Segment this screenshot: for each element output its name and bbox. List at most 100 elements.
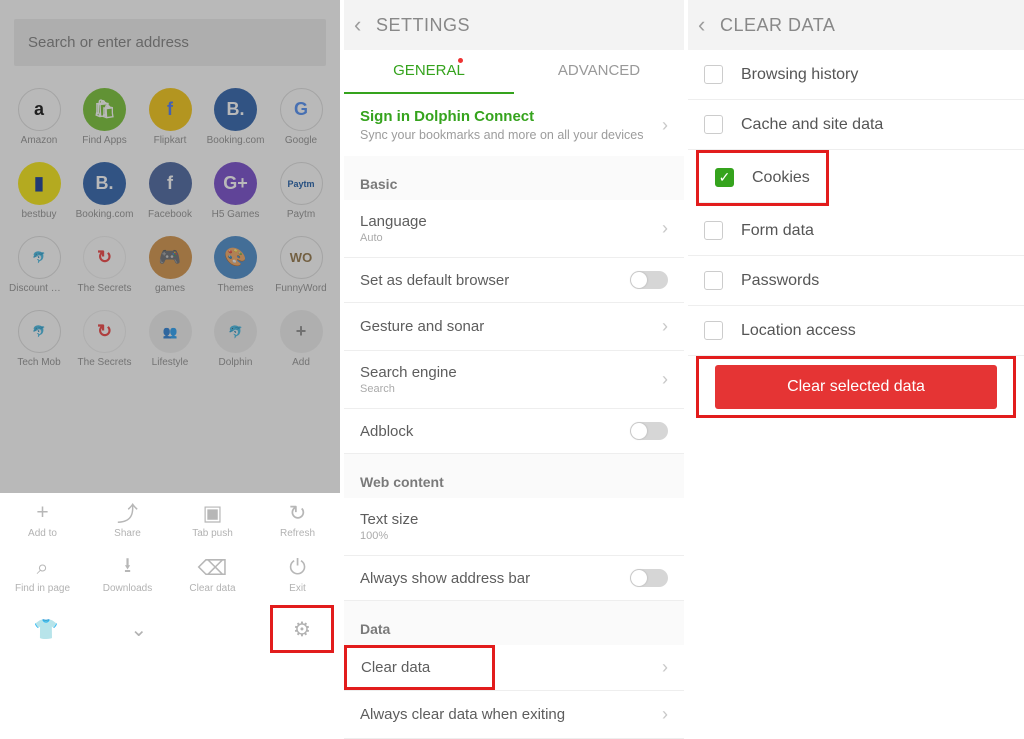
section-basic: Basic xyxy=(344,156,684,200)
chevron-right-icon: › xyxy=(662,369,668,390)
tray-item-downloads[interactable]: ⭳Downloads xyxy=(85,554,170,609)
back-icon[interactable]: ‹ xyxy=(698,12,720,38)
speed-dial-label: Lifestyle xyxy=(140,357,200,368)
speed-dial-label: Amazon xyxy=(9,135,69,146)
settings-row[interactable]: Always show address bar xyxy=(344,556,684,601)
clear-item[interactable]: Form data xyxy=(688,206,1024,256)
toggle[interactable] xyxy=(630,569,668,587)
settings-row[interactable]: Gesture and sonar› xyxy=(344,303,684,351)
tray-item-share[interactable]: ⤴Share xyxy=(85,499,170,554)
speed-dial-item[interactable]: 🐬Discount Mall xyxy=(9,236,69,294)
settings-row[interactable]: Clear data› xyxy=(344,645,684,691)
back-icon[interactable]: ‹ xyxy=(354,12,376,38)
tray-item-tab-push[interactable]: ▣Tab push xyxy=(170,499,255,554)
speed-dial-item[interactable]: WO FunnyWord xyxy=(271,236,331,294)
gear-icon[interactable]: ⚙ xyxy=(270,605,334,653)
speed-dial-icon: ↻ xyxy=(83,236,126,279)
speed-dial-item[interactable]: fFlipkart xyxy=(140,88,200,146)
speed-dial-label: Dolphin xyxy=(206,357,266,368)
settings-row[interactable]: Search engineSearch› xyxy=(344,351,684,409)
menu-tray: +Add to⤴Share▣Tab push↻Refresh ⌕Find in p… xyxy=(0,493,340,649)
tray-label: Refresh xyxy=(255,528,340,539)
speed-dial-item[interactable]: ↻The Secrets xyxy=(75,310,135,368)
toggle[interactable] xyxy=(630,422,668,440)
tshirt-icon[interactable]: 👕 xyxy=(0,617,93,642)
checkbox[interactable] xyxy=(704,221,723,240)
tab-general[interactable]: GENERAL xyxy=(344,50,514,94)
tray-icon: ⭳ xyxy=(85,554,170,582)
clear-item[interactable]: Location access xyxy=(688,306,1024,356)
speed-dial-label: Facebook xyxy=(140,209,200,220)
speed-dial-item[interactable]: 🎨Themes xyxy=(206,236,266,294)
checkbox[interactable] xyxy=(704,271,723,290)
speed-dial-item[interactable]: 🎮games xyxy=(140,236,200,294)
speed-dial-item[interactable]: GGoogle xyxy=(271,88,331,146)
speed-dial-item[interactable]: B.Booking.com xyxy=(206,88,266,146)
speed-dial-label: H5 Games xyxy=(206,209,266,220)
speed-dial-icon: G+ xyxy=(214,162,257,205)
speed-dial-item[interactable]: B.Booking.com xyxy=(75,162,135,220)
speed-dial-label: Add xyxy=(271,357,331,368)
notification-dot-icon xyxy=(458,58,463,63)
clear-item-label: Browsing history xyxy=(741,66,858,84)
speed-dial-item[interactable]: G+ H5 Games xyxy=(206,162,266,220)
speed-dial-item[interactable]: + Add xyxy=(271,310,331,368)
checkbox[interactable]: ✓ xyxy=(715,168,734,187)
speed-dial-label: Flipkart xyxy=(140,135,200,146)
tray-icon: ⏻ xyxy=(255,554,340,582)
settings-tabs: GENERAL ADVANCED xyxy=(344,50,684,94)
speed-dial-icon: + xyxy=(280,310,323,353)
clear-item-label: Form data xyxy=(741,222,814,240)
chevron-right-icon: › xyxy=(662,115,668,136)
row-label: Set as default browser xyxy=(360,272,509,289)
speed-dial-item[interactable]: 👥Lifestyle xyxy=(140,310,200,368)
speed-dial-icon: 🐬 xyxy=(18,310,61,353)
tray-item-refresh[interactable]: ↻Refresh xyxy=(255,499,340,554)
signin-row[interactable]: Sign in Dolphin Connect Sync your bookma… xyxy=(344,94,684,156)
settings-row[interactable]: Set as default browser xyxy=(344,258,684,303)
checkbox[interactable] xyxy=(704,115,723,134)
speed-dial-item[interactable]: ▮ bestbuy xyxy=(9,162,69,220)
speed-dial-item[interactable]: 🐬Tech Mob xyxy=(9,310,69,368)
tray-item-add-to[interactable]: +Add to xyxy=(0,499,85,554)
chevron-down-icon[interactable]: ⌄ xyxy=(93,617,186,642)
clear-item-label: Passwords xyxy=(741,272,819,290)
tray-icon: ⤴ xyxy=(85,499,170,527)
settings-row[interactable]: Always clear data when exiting› xyxy=(344,691,684,739)
speed-dial-icon: 🛍 xyxy=(83,88,126,131)
row-label: Clear data xyxy=(361,659,430,676)
speed-dial-item[interactable]: ↻The Secrets xyxy=(75,236,135,294)
search-bar[interactable]: Search or enter address xyxy=(14,19,326,66)
checkbox[interactable] xyxy=(704,65,723,84)
toggle[interactable] xyxy=(630,271,668,289)
speed-dial-icon: 🐬 xyxy=(18,236,61,279)
settings-row[interactable]: Adblock xyxy=(344,409,684,454)
settings-row[interactable]: Text size100% xyxy=(344,498,684,556)
speed-dial-item[interactable]: 🛍Find Apps xyxy=(75,88,135,146)
speed-dial-item[interactable]: aAmazon xyxy=(9,88,69,146)
tray-item-exit[interactable]: ⏻Exit xyxy=(255,554,340,609)
clear-item-label: Cookies xyxy=(752,169,810,187)
speed-dial-icon: WO xyxy=(280,236,323,279)
speed-dial-label: FunnyWord xyxy=(271,283,331,294)
tray-label: Find in page xyxy=(0,583,85,594)
clear-item[interactable]: Browsing history xyxy=(688,50,1024,100)
tab-advanced[interactable]: ADVANCED xyxy=(514,50,684,94)
tray-label: Tab push xyxy=(170,528,255,539)
settings-row[interactable]: LanguageAuto› xyxy=(344,200,684,258)
speed-dial-label: games xyxy=(140,283,200,294)
speed-dial-item[interactable]: 🐬Dolphin xyxy=(206,310,266,368)
checkbox[interactable] xyxy=(704,321,723,340)
speed-dial-icon: B. xyxy=(214,88,257,131)
clear-item-label: Location access xyxy=(741,322,856,340)
speed-dial-item[interactable]: fFacebook xyxy=(140,162,200,220)
speed-dial-icon: ▮ xyxy=(18,162,61,205)
clear-item[interactable]: Passwords xyxy=(688,256,1024,306)
tray-item-find-in-page[interactable]: ⌕Find in page xyxy=(0,554,85,609)
clear-item[interactable]: ✓ Cookies xyxy=(699,153,826,203)
speed-dial-label: bestbuy xyxy=(9,209,69,220)
tray-item-clear-data[interactable]: ⌫Clear data xyxy=(170,554,255,609)
speed-dial-item[interactable]: PaytmPaytm xyxy=(271,162,331,220)
clear-selected-button[interactable]: Clear selected data xyxy=(715,365,997,409)
clear-item[interactable]: Cache and site data xyxy=(688,100,1024,150)
